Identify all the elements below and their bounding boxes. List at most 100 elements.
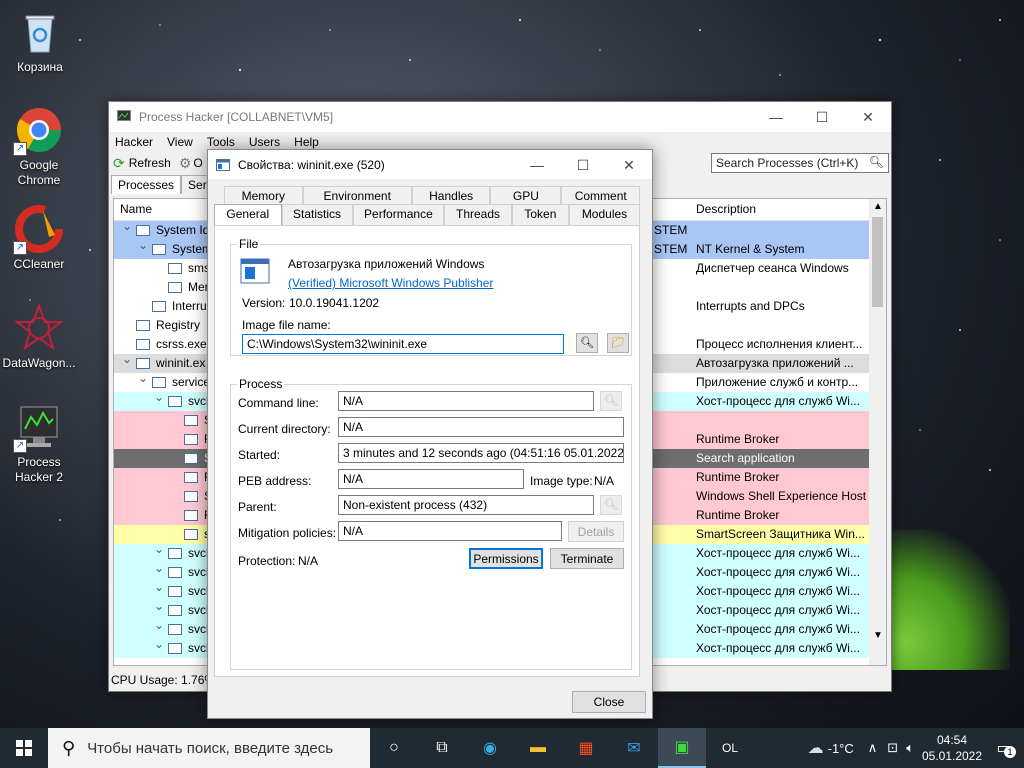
dialog-close-x-button[interactable]: ✕ (606, 150, 652, 180)
tab-statistics[interactable]: Statistics (281, 204, 353, 225)
menu-tools[interactable]: Tools (207, 135, 235, 149)
dialog-maximize-button[interactable]: ☐ (560, 150, 606, 180)
expand-chevron-icon[interactable]: ⌄ (154, 618, 164, 632)
taskbar-search-box[interactable]: ⚲ Чтобы начать поиск, введите здесь (48, 728, 370, 768)
cortana-icon[interactable]: ○ (370, 728, 418, 768)
notification-center-button[interactable]: ▭ 1 (984, 738, 1024, 758)
search-processes-input[interactable]: Search Processes (Ctrl+K) 🔍︎ (711, 153, 889, 173)
general-tab-panel: File Автозагрузка приложений Windows (Ve… (214, 225, 640, 677)
minimize-button[interactable]: — (753, 102, 799, 132)
file-explorer-icon[interactable]: ▬ (514, 728, 562, 768)
process-icon (152, 301, 166, 312)
ccleaner-icon: ↗ (13, 205, 63, 255)
task-view-icon[interactable]: ⧉ (418, 728, 466, 768)
desktop-icon-recycle-bin[interactable]: Корзина (2, 8, 78, 75)
scroll-thumb[interactable] (872, 217, 883, 307)
desktop-icon-process-hacker[interactable]: ↗ Process Hacker 2 (1, 403, 77, 485)
inspect-file-button[interactable]: 🔍︎ (576, 333, 598, 353)
column-description[interactable]: Description (690, 199, 762, 220)
expand-chevron-icon[interactable]: ⌄ (154, 390, 164, 404)
tab-token[interactable]: Token (511, 204, 569, 225)
edge-icon[interactable]: ◉ (466, 728, 514, 768)
weather-temp[interactable]: -1°C (828, 741, 854, 756)
image-file-name-field[interactable]: C:\Windows\System32\wininit.exe (242, 334, 564, 354)
process-description: Хост-процесс для служб Wi... (696, 641, 860, 655)
desktop-icon-datawagon[interactable]: DataWagon... (1, 303, 77, 371)
tab-gpu[interactable]: GPU (490, 186, 562, 204)
search-icon: ⚲ (62, 737, 76, 758)
desktop-icon-chrome[interactable]: ↗ Google Chrome (1, 106, 77, 188)
permissions-button[interactable]: Permissions (469, 548, 543, 569)
expand-chevron-icon[interactable]: ⌄ (154, 580, 164, 594)
store-icon[interactable]: ▦ (562, 728, 610, 768)
expand-chevron-icon[interactable]: ⌄ (154, 637, 164, 651)
close-dialog-button[interactable]: Close (572, 691, 646, 713)
scroll-up-icon[interactable]: ▲ (873, 201, 883, 212)
tab-processes[interactable]: Processes (111, 175, 182, 194)
details-button: Details (568, 521, 624, 542)
dialog-minimize-button[interactable]: — (514, 150, 560, 180)
main-titlebar[interactable]: Process Hacker [COLLABNET\VM5] — ☐ ✕ (109, 102, 891, 132)
started-field[interactable]: 3 minutes and 12 seconds ago (04:51:16 0… (338, 443, 624, 463)
volume-icon[interactable]: 🔈︎ (906, 740, 914, 756)
tab-handles[interactable]: Handles (411, 186, 491, 204)
process-icon (136, 225, 150, 236)
vertical-scrollbar[interactable]: ▲ ▼ (869, 199, 886, 665)
tab-environment[interactable]: Environment (302, 186, 412, 204)
chevron-up-icon[interactable]: ∧ (868, 740, 878, 756)
process-icon (168, 263, 182, 274)
network-icon[interactable]: ⊡ (887, 740, 898, 756)
menu-users[interactable]: Users (249, 135, 280, 149)
mitigation-policies-field[interactable]: N/A (338, 521, 562, 541)
open-folder-button[interactable]: 📁︎ (607, 333, 629, 353)
expand-chevron-icon[interactable]: ⌄ (138, 238, 148, 252)
tab-threads[interactable]: Threads (444, 204, 512, 225)
taskbar-lang-button[interactable]: OL (706, 728, 754, 768)
dialog-titlebar[interactable]: Свойства: wininit.exe (520) — ☐ ✕ (208, 150, 652, 179)
process-description: Search application (696, 451, 795, 465)
terminate-button[interactable]: Terminate (550, 548, 624, 569)
started-label: Started: (238, 448, 281, 462)
close-button[interactable]: ✕ (845, 102, 891, 132)
desktop-icon-label: DataWagon... (2, 356, 76, 370)
shortcut-arrow-icon: ↗ (13, 241, 27, 255)
tab-general[interactable]: General (214, 204, 282, 225)
scroll-down-icon[interactable]: ▼ (873, 630, 883, 641)
process-icon (168, 643, 182, 654)
tab-comment[interactable]: Comment (561, 186, 641, 204)
peb-address-field[interactable]: N/A (338, 469, 524, 489)
current-directory-field[interactable]: N/A (338, 417, 624, 437)
expand-chevron-icon[interactable]: ⌄ (138, 371, 148, 385)
desktop-icon-label: CCleaner (13, 257, 65, 271)
start-button[interactable] (0, 728, 48, 768)
expand-chevron-icon[interactable]: ⌄ (154, 599, 164, 613)
refresh-button[interactable]: ⟳ Refresh (113, 155, 171, 172)
process-description: Диспетчер сеанса Windows (696, 261, 849, 275)
menu-help[interactable]: Help (294, 135, 319, 149)
expand-chevron-icon[interactable]: ⌄ (122, 352, 132, 366)
clock[interactable]: 04:54 05.01.2022 (920, 732, 984, 764)
menu-view[interactable]: View (167, 135, 193, 149)
expand-chevron-icon[interactable]: ⌄ (154, 561, 164, 575)
maximize-button[interactable]: ☐ (799, 102, 845, 132)
desktop-icon-ccleaner[interactable]: ↗ CCleaner (1, 205, 77, 272)
gear-icon: ⚙ (178, 154, 192, 171)
windows-logo-icon (16, 740, 32, 756)
weather-icon[interactable]: ☁ (808, 738, 824, 758)
process-hacker-taskbar-icon[interactable]: ▣ (658, 728, 706, 768)
expand-chevron-icon[interactable]: ⌄ (154, 542, 164, 556)
tab-memory[interactable]: Memory (224, 186, 303, 204)
process-description: Хост-процесс для служб Wi... (696, 565, 860, 579)
tab-modules[interactable]: Modules (569, 204, 640, 225)
parent-field[interactable]: Non-existent process (432) (338, 495, 594, 515)
parent-label: Parent: (238, 500, 277, 514)
options-button[interactable]: ⚙ O (179, 155, 203, 172)
system-tray: ☁ -1°C ∧ ⊡ 🔈︎ 04:54 05.01.2022 ▭ 1 (808, 728, 1024, 768)
expand-chevron-icon[interactable]: ⌄ (122, 219, 132, 233)
publisher-link[interactable]: (Verified) Microsoft Windows Publisher (288, 276, 493, 290)
tab-performance[interactable]: Performance (352, 204, 445, 225)
menu-hacker[interactable]: Hacker (115, 135, 153, 149)
process-user: STEM (654, 223, 688, 237)
mail-icon[interactable]: ✉ (610, 728, 658, 768)
command-line-field[interactable]: N/A (338, 391, 594, 411)
